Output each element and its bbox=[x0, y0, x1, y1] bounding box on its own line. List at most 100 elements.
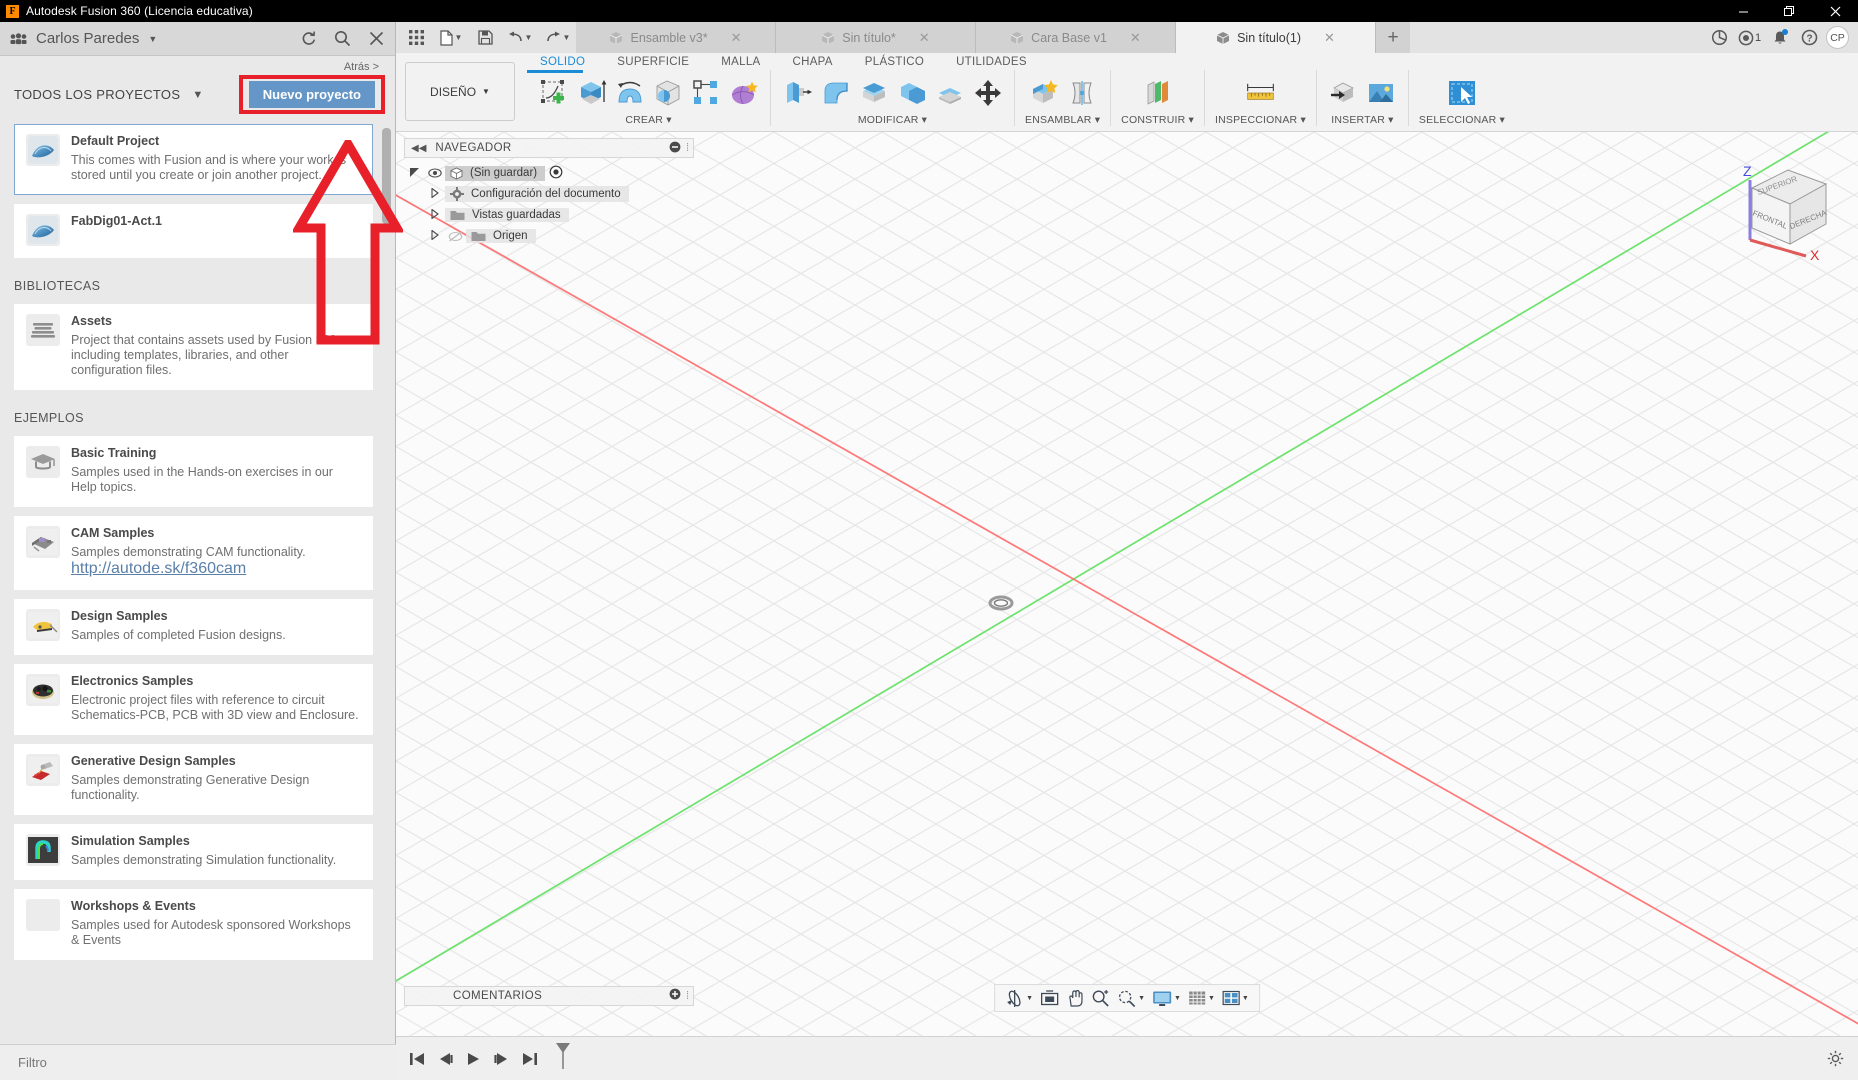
add-comment-icon[interactable] bbox=[669, 987, 681, 1005]
view-cube[interactable]: Z X SUPERIOR FRONTAL DERECHA bbox=[1726, 140, 1846, 260]
chevron-down-icon[interactable]: ▼ bbox=[192, 89, 203, 101]
list-item[interactable]: Assets Project that contains assets used… bbox=[14, 304, 373, 390]
orbit-icon[interactable]: ▼ bbox=[1002, 985, 1036, 1011]
list-item[interactable]: Design Samples Samples of completed Fusi… bbox=[14, 599, 373, 655]
save-icon[interactable] bbox=[471, 24, 500, 51]
list-item[interactable]: Electronics Samples Electronic project f… bbox=[14, 664, 373, 735]
step-forward-icon[interactable] bbox=[488, 1045, 514, 1073]
help-icon[interactable]: ? bbox=[1796, 24, 1823, 51]
app-grid-icon[interactable] bbox=[402, 24, 431, 51]
ribbon-tab-utilidades[interactable]: UTILIDADES bbox=[940, 56, 1043, 68]
pattern-icon[interactable] bbox=[689, 76, 722, 110]
list-item[interactable]: Default Project This comes with Fusion a… bbox=[14, 124, 373, 195]
go-to-end-icon[interactable] bbox=[516, 1045, 542, 1073]
insert-derive-icon[interactable] bbox=[1327, 76, 1360, 110]
expand-caret-icon[interactable] bbox=[425, 229, 445, 242]
timeline-marker-icon[interactable] bbox=[554, 1041, 572, 1076]
all-projects-label[interactable]: TODOS LOS PROYECTOS bbox=[14, 87, 180, 102]
visibility-eye-icon[interactable] bbox=[424, 168, 445, 178]
step-back-icon[interactable] bbox=[432, 1045, 458, 1073]
ribbon-tab-chapa[interactable]: CHAPA bbox=[777, 56, 849, 68]
new-project-button[interactable]: Nuevo proyecto bbox=[248, 81, 375, 108]
display-settings-icon[interactable]: ▼ bbox=[1149, 985, 1184, 1011]
look-at-icon[interactable] bbox=[1037, 985, 1062, 1011]
minus-circle-icon[interactable] bbox=[669, 141, 681, 156]
job-status-icon[interactable]: 1 bbox=[1736, 24, 1763, 51]
close-icon[interactable]: ✕ bbox=[919, 30, 930, 46]
user-name[interactable]: Carlos Paredes bbox=[36, 30, 139, 47]
chevron-down-icon[interactable]: ▼ bbox=[148, 34, 157, 44]
data-panel-scrollbar[interactable] bbox=[382, 128, 391, 224]
filter-input[interactable]: Filtro bbox=[0, 1044, 396, 1080]
sphere-icon[interactable] bbox=[651, 76, 684, 110]
extrude-icon[interactable] bbox=[575, 76, 608, 110]
close-icon[interactable]: ✕ bbox=[731, 30, 742, 46]
list-item[interactable]: Basic Training Samples used in the Hands… bbox=[14, 436, 373, 507]
shell-icon[interactable] bbox=[857, 76, 890, 110]
timeline-settings-icon[interactable] bbox=[1822, 1046, 1848, 1072]
offset-face-icon[interactable] bbox=[933, 76, 966, 110]
new-tab-button[interactable]: + bbox=[1376, 22, 1410, 53]
document-tab[interactable]: Ensamble v3* ✕ bbox=[576, 22, 776, 53]
document-tab-active[interactable]: Sin título(1) ✕ bbox=[1176, 22, 1376, 53]
zoom-icon[interactable] bbox=[1088, 985, 1113, 1011]
data-panel-scroll-area[interactable]: Default Project This comes with Fusion a… bbox=[0, 124, 395, 1044]
list-item[interactable]: Simulation Samples Samples demonstrating… bbox=[14, 824, 373, 880]
move-copy-icon[interactable] bbox=[971, 76, 1004, 110]
tree-node-origin[interactable]: Origen bbox=[404, 226, 694, 246]
combine-icon[interactable] bbox=[895, 76, 928, 110]
pan-icon[interactable] bbox=[1063, 985, 1087, 1011]
back-link[interactable]: Atrás > bbox=[0, 56, 395, 75]
tree-node-body[interactable]: Origen bbox=[466, 229, 536, 243]
tree-node-body[interactable]: Vistas guardadas bbox=[445, 208, 569, 222]
go-to-beginning-icon[interactable] bbox=[404, 1045, 430, 1073]
ribbon-tab-solido[interactable]: SOLIDO bbox=[524, 56, 601, 68]
close-icon[interactable] bbox=[1812, 0, 1858, 22]
close-panel-icon[interactable] bbox=[361, 25, 391, 53]
panel-label-insertar[interactable]: INSERTAR ▾ bbox=[1331, 114, 1393, 126]
tree-node-root[interactable]: (Sin guardar) bbox=[404, 163, 694, 183]
expand-caret-icon[interactable] bbox=[425, 208, 445, 221]
restore-icon[interactable] bbox=[1766, 0, 1812, 22]
ribbon-tab-plastico[interactable]: PLÁSTICO bbox=[849, 56, 940, 68]
tree-node-saved-views[interactable]: Vistas guardadas bbox=[404, 205, 694, 225]
bell-icon[interactable] bbox=[1766, 24, 1793, 51]
panel-label-modificar[interactable]: MODIFICAR ▾ bbox=[858, 114, 927, 126]
close-icon[interactable]: ✕ bbox=[1130, 30, 1141, 46]
ribbon-tab-malla[interactable]: MALLA bbox=[705, 56, 776, 68]
create-sketch-icon[interactable] bbox=[537, 76, 570, 110]
panel-label-seleccionar[interactable]: SELECCIONAR ▾ bbox=[1419, 114, 1505, 126]
workspace-selector[interactable]: DISEÑO ▼ bbox=[405, 62, 515, 121]
3d-viewport[interactable]: ◀◀ NAVEGADOR ⁞ (Sin guardar) Configuraci… bbox=[396, 132, 1858, 1036]
resize-handle[interactable]: ⁞ bbox=[686, 142, 689, 154]
panel-label-ensamblar[interactable]: ENSAMBLAR ▾ bbox=[1025, 114, 1100, 126]
fillet-icon[interactable] bbox=[819, 76, 852, 110]
resize-handle[interactable]: ⁞ bbox=[686, 990, 689, 1002]
list-item[interactable]: FabDig01-Act.1 bbox=[14, 204, 373, 258]
expand-caret-icon[interactable] bbox=[404, 167, 424, 180]
document-tab[interactable]: Sin título* ✕ bbox=[776, 22, 976, 53]
offset-plane-icon[interactable] bbox=[1141, 76, 1174, 110]
refresh-icon[interactable] bbox=[293, 25, 323, 53]
tree-node-document-settings[interactable]: Configuración del documento bbox=[404, 184, 694, 204]
undo-icon[interactable]: ▼ bbox=[502, 24, 538, 51]
new-component-icon[interactable] bbox=[1027, 76, 1060, 110]
new-file-icon[interactable]: ▼ bbox=[433, 24, 469, 51]
tree-node-body[interactable]: (Sin guardar) bbox=[445, 165, 546, 181]
play-icon[interactable] bbox=[460, 1045, 486, 1073]
viewports-icon[interactable]: ▼ bbox=[1219, 985, 1252, 1011]
panel-label-construir[interactable]: CONSTRUIR ▾ bbox=[1121, 114, 1194, 126]
measure-icon[interactable] bbox=[1244, 76, 1277, 110]
panel-label-crear[interactable]: CREAR ▾ bbox=[625, 114, 671, 126]
tree-node-body[interactable]: Configuración del documento bbox=[445, 186, 629, 202]
search-icon[interactable] bbox=[327, 25, 357, 53]
insert-canvas-icon[interactable] bbox=[1365, 76, 1398, 110]
list-item[interactable]: CAM Samples Samples demonstrating CAM fu… bbox=[14, 516, 373, 590]
extension-icon[interactable] bbox=[1706, 24, 1733, 51]
grid-snap-icon[interactable]: ▼ bbox=[1185, 985, 1218, 1011]
redo-icon[interactable]: ▼ bbox=[540, 24, 576, 51]
expand-caret-icon[interactable] bbox=[425, 187, 445, 200]
minimize-icon[interactable] bbox=[1720, 0, 1766, 22]
document-tab[interactable]: Cara Base v1 ✕ bbox=[976, 22, 1176, 53]
avatar[interactable]: CP bbox=[1826, 26, 1849, 49]
